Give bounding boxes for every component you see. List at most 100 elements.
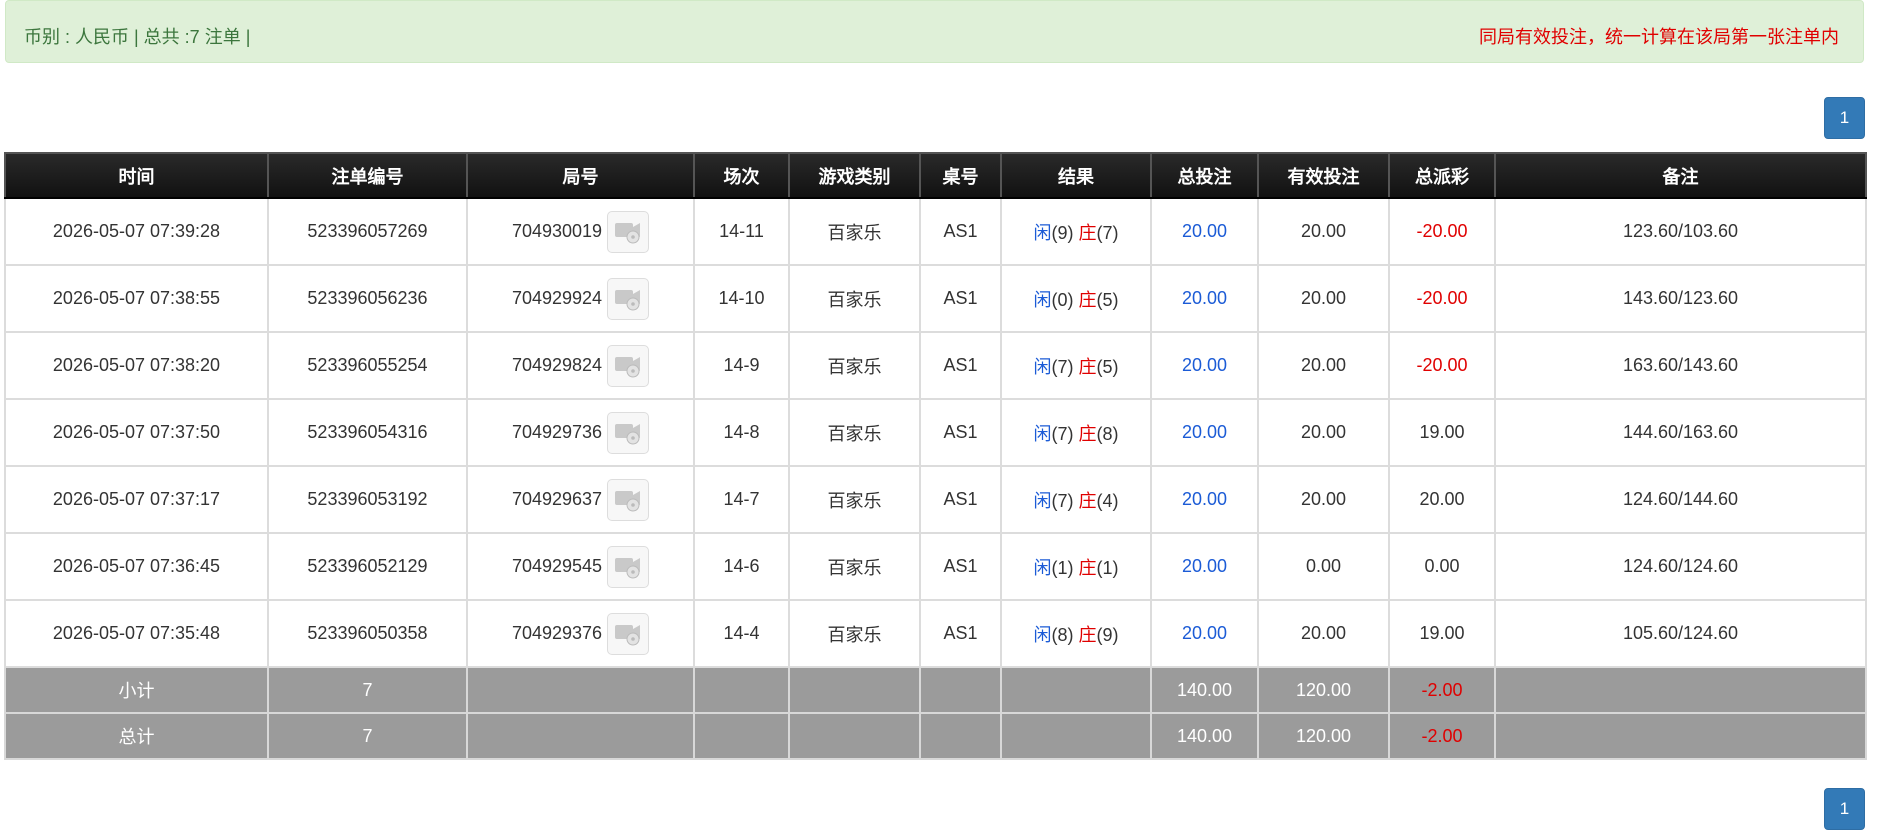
cell-round: 704930019	[466, 197, 695, 266]
cell-result: 闲(8) 庄(9)	[1000, 599, 1152, 668]
banker-score: (4)	[1096, 490, 1119, 511]
round-number: 704930019	[511, 221, 603, 241]
cell-note: 124.60/144.60	[1494, 465, 1867, 534]
cell-round: 704929736	[466, 398, 695, 467]
cell-round: 704929376	[466, 599, 695, 668]
cell-table-no: AS1	[919, 532, 1002, 601]
col-header-round: 局号	[466, 152, 695, 199]
total-valid-bet: 120.00	[1257, 712, 1390, 760]
cell-game: 百家乐	[788, 331, 921, 400]
cell-round: 704929824	[466, 331, 695, 400]
cell-table-no: AS1	[919, 599, 1002, 668]
cell-session: 14-6	[693, 532, 790, 601]
cell-result: 闲(0) 庄(5)	[1000, 264, 1152, 333]
cell-total-bet: 20.00	[1150, 264, 1259, 333]
table-row: 2026-05-07 07:39:28 523396057269 704930019…	[4, 197, 1867, 266]
cell-bet-id: 523396052129	[267, 532, 468, 601]
video-replay-icon[interactable]	[607, 545, 650, 588]
cell-session: 14-11	[693, 197, 790, 266]
cell-time: 2026-05-07 07:35:48	[4, 599, 269, 668]
col-header-valid-bet: 有效投注	[1257, 152, 1390, 199]
video-replay-icon[interactable]	[607, 210, 650, 253]
cell-valid-bet: 20.00	[1257, 331, 1390, 400]
player-label: 闲	[1033, 356, 1052, 377]
table-header-row: 时间 注单编号 局号 场次 游戏类别 桌号 结果 总投注 有效投注 总派彩 备注	[4, 152, 1867, 199]
cell-result: 闲(7) 庄(5)	[1000, 331, 1152, 400]
player-label: 闲	[1033, 222, 1052, 243]
cell-total-bet: 20.00	[1150, 465, 1259, 534]
video-replay-icon[interactable]	[607, 277, 650, 320]
player-score: (7)	[1051, 423, 1074, 444]
cell-total-bet: 20.00	[1150, 331, 1259, 400]
cell-valid-bet: 20.00	[1257, 398, 1390, 467]
table-row: 2026-05-07 07:38:55 523396056236 704929924…	[4, 264, 1867, 333]
cell-time: 2026-05-07 07:39:28	[4, 197, 269, 266]
banker-score: (9)	[1096, 624, 1119, 645]
cell-time: 2026-05-07 07:37:50	[4, 398, 269, 467]
player-score: (1)	[1051, 557, 1074, 578]
cell-time: 2026-05-07 07:38:20	[4, 331, 269, 400]
round-number: 704929545	[511, 556, 603, 576]
video-replay-icon[interactable]	[607, 411, 650, 454]
banker-score: (8)	[1096, 423, 1119, 444]
pagination-page-1-bottom[interactable]: 1	[1824, 788, 1865, 830]
cell-table-no: AS1	[919, 197, 1002, 266]
col-header-session: 场次	[693, 152, 790, 199]
col-header-game: 游戏类别	[788, 152, 921, 199]
table-row: 2026-05-07 07:37:50 523396054316 704929736…	[4, 398, 1867, 467]
cell-bet-id: 523396057269	[267, 197, 468, 266]
cell-payout: 0.00	[1388, 532, 1496, 601]
cell-session: 14-10	[693, 264, 790, 333]
player-label: 闲	[1033, 624, 1052, 645]
round-number: 704929824	[511, 355, 603, 375]
player-label: 闲	[1033, 557, 1052, 578]
cell-valid-bet: 20.00	[1257, 197, 1390, 266]
cell-session: 14-7	[693, 465, 790, 534]
cell-game: 百家乐	[788, 532, 921, 601]
cell-payout: 20.00	[1388, 465, 1496, 534]
subtotal-valid-bet: 120.00	[1257, 666, 1390, 714]
cell-table-no: AS1	[919, 398, 1002, 467]
banker-label: 庄	[1078, 289, 1097, 310]
cell-result: 闲(9) 庄(7)	[1000, 197, 1152, 266]
cell-time: 2026-05-07 07:36:45	[4, 532, 269, 601]
cell-note: 124.60/124.60	[1494, 532, 1867, 601]
cell-note: 143.60/123.60	[1494, 264, 1867, 333]
table-row: 2026-05-07 07:38:20 523396055254 704929824…	[4, 331, 1867, 400]
player-score: (8)	[1051, 624, 1074, 645]
subtotal-total-bet: 140.00	[1150, 666, 1259, 714]
total-label: 总计	[4, 712, 269, 760]
subtotal-row: 小计 7 140.00 120.00 -2.00	[4, 666, 1867, 714]
cell-note: 105.60/124.60	[1494, 599, 1867, 668]
bet-records-table: 时间 注单编号 局号 场次 游戏类别 桌号 结果 总投注 有效投注 总派彩 备注…	[4, 152, 1867, 760]
cell-valid-bet: 20.00	[1257, 599, 1390, 668]
col-header-note: 备注	[1494, 152, 1867, 199]
video-replay-icon[interactable]	[607, 344, 650, 387]
cell-note: 163.60/143.60	[1494, 331, 1867, 400]
cell-round: 704929545	[466, 532, 695, 601]
total-row: 总计 7 140.00 120.00 -2.00	[4, 712, 1867, 760]
table-row: 2026-05-07 07:36:45 523396052129 704929545…	[4, 532, 1867, 601]
cell-session: 14-9	[693, 331, 790, 400]
cell-total-bet: 20.00	[1150, 197, 1259, 266]
cell-total-bet: 20.00	[1150, 398, 1259, 467]
player-label: 闲	[1033, 289, 1052, 310]
cell-time: 2026-05-07 07:38:55	[4, 264, 269, 333]
banker-label: 庄	[1078, 222, 1097, 243]
banker-score: (1)	[1096, 557, 1119, 578]
cell-table-no: AS1	[919, 465, 1002, 534]
col-header-table-no: 桌号	[919, 152, 1002, 199]
pagination-page-1-top[interactable]: 1	[1824, 97, 1865, 139]
cell-valid-bet: 20.00	[1257, 465, 1390, 534]
cell-result: 闲(7) 庄(4)	[1000, 465, 1152, 534]
banker-score: (7)	[1096, 222, 1119, 243]
total-payout: -2.00	[1388, 712, 1496, 760]
col-header-bet-id: 注单编号	[267, 152, 468, 199]
player-score: (9)	[1051, 222, 1074, 243]
table-row: 2026-05-07 07:35:48 523396050358 704929376…	[4, 599, 1867, 668]
cell-payout: 19.00	[1388, 599, 1496, 668]
video-replay-icon[interactable]	[607, 612, 650, 655]
cell-valid-bet: 20.00	[1257, 264, 1390, 333]
video-replay-icon[interactable]	[607, 478, 650, 521]
player-label: 闲	[1033, 423, 1052, 444]
